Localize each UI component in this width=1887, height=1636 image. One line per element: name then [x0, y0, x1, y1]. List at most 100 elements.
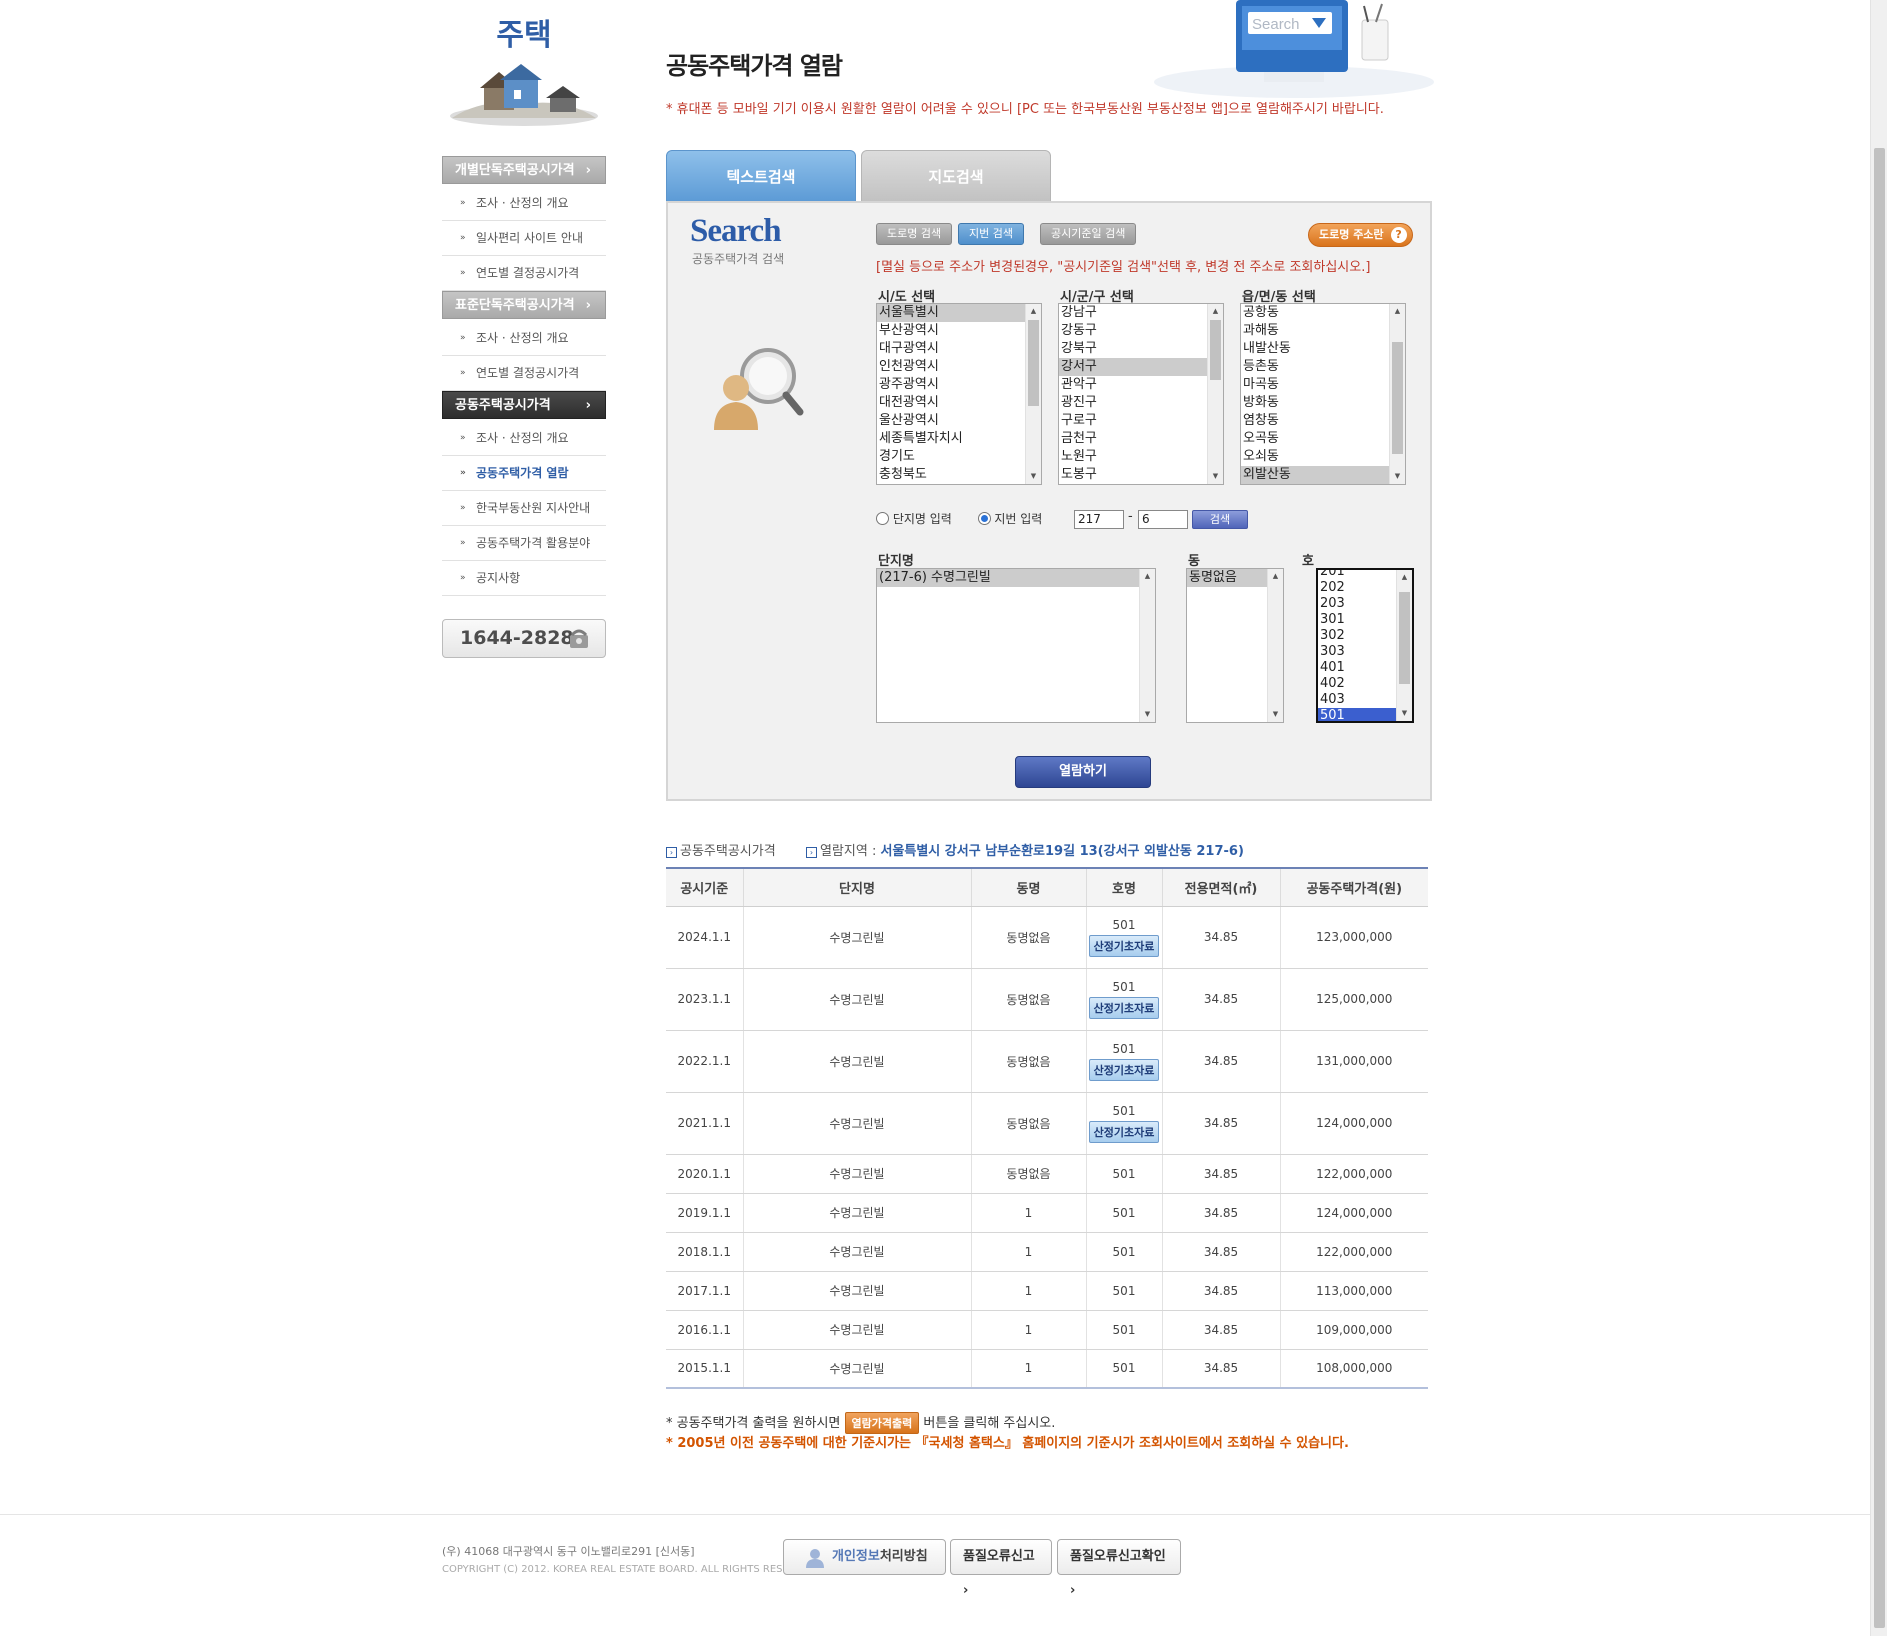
sidebar-item-11[interactable]: » 공동주택가격 활용분야 [442, 526, 606, 561]
page-scrollbar-thumb[interactable] [1874, 148, 1885, 1628]
scroll-down-icon[interactable]: ▼ [1140, 707, 1155, 722]
chevron-right-icon: › [1070, 1583, 1076, 1598]
sidebar-item-5[interactable]: » 조사 · 산정의 개요 [442, 321, 606, 356]
sidebar-section-7[interactable]: 공동주택공시가격 › [442, 391, 606, 419]
list-option[interactable]: 충청북도 [877, 466, 1041, 484]
quality-report-button[interactable]: 품질오류신고 › [950, 1539, 1052, 1598]
sidebar-item-2[interactable]: » 일사편리 사이트 안내 [442, 221, 606, 256]
jibun-radio[interactable] [977, 512, 991, 525]
privacy-policy-button[interactable]: 개인정보처리방침 [783, 1539, 946, 1575]
jibun-main-input[interactable]: 217 [1074, 510, 1124, 529]
road-name-search-button[interactable]: 도로명 검색 [876, 223, 953, 245]
list-option[interactable]: 공항동 [1241, 304, 1405, 322]
print-price-button[interactable]: 열람가격출력 [844, 1412, 920, 1434]
road-name-guide-button[interactable]: 도로명 주소란 ? [1308, 223, 1413, 247]
list-option[interactable]: 세종특별자치시 [877, 430, 1041, 448]
list-option[interactable]: 경기도 [877, 448, 1041, 466]
list-option[interactable]: 강동구 [1059, 322, 1223, 340]
sidebar-item-6[interactable]: » 연도별 결정공시가격 [442, 356, 606, 391]
sidebar-item-12[interactable]: » 공지사항 [442, 561, 606, 596]
scroll-down-icon[interactable]: ▼ [1397, 706, 1412, 721]
list-option[interactable]: 부산광역시 [877, 322, 1041, 340]
list-option[interactable]: 오쇠동 [1241, 448, 1405, 466]
jibun-go-button[interactable]: 검색 [1192, 510, 1248, 529]
sidebar-item-3[interactable]: » 연도별 결정공시가격 [442, 256, 606, 291]
list-option[interactable]: (217-6) 수명그린빌 [877, 569, 1155, 587]
tab-text-search[interactable]: 텍스트검색 [666, 150, 856, 202]
list-option[interactable]: 염창동 [1241, 412, 1405, 430]
sidebar-item-8[interactable]: » 조사 · 산정의 개요 [442, 421, 606, 456]
list-option[interactable]: 오곡동 [1241, 430, 1405, 448]
page-scrollbar[interactable] [1870, 0, 1887, 1636]
scroll-thumb[interactable] [1392, 342, 1403, 454]
list-option[interactable]: 울산광역시 [877, 412, 1041, 430]
jibun-search-button[interactable]: 지번 검색 [958, 223, 1024, 245]
dong-listbox[interactable]: 공항동 과해동 내발산동 등촌동 마곡동 방화동 염창동 오곡동 오쇠동 외발산동 ▲ ▼ [1240, 303, 1406, 485]
sido-scrollbar[interactable]: ▲ ▼ [1025, 304, 1041, 484]
scroll-up-icon[interactable]: ▲ [1390, 304, 1405, 319]
sido-listbox[interactable]: 서울특별시 부산광역시 대구광역시 인천광역시 광주광역시 대전광역시 울산광역시 세종특별자… [876, 303, 1042, 485]
building-scrollbar[interactable]: ▲ ▼ [1267, 569, 1283, 722]
jibun-sub-input[interactable]: 6 [1138, 510, 1188, 529]
cell-building: 1 [970, 1310, 1086, 1350]
list-option[interactable]: 서울특별시 [877, 304, 1041, 322]
basis-data-button[interactable]: 산정기초자료 [1088, 1058, 1160, 1081]
scroll-up-icon[interactable]: ▲ [1268, 569, 1283, 584]
cell-value: 34.85 [1203, 1283, 1239, 1298]
list-option[interactable]: 대전광역시 [877, 394, 1041, 412]
basis-data-button[interactable]: 산정기초자료 [1088, 996, 1160, 1019]
cell-value: 501 [1112, 1244, 1136, 1259]
scroll-up-icon[interactable]: ▲ [1026, 304, 1041, 319]
scroll-down-icon[interactable]: ▼ [1026, 469, 1041, 484]
list-option[interactable]: 구로구 [1059, 412, 1223, 430]
list-option[interactable]: 도봉구 [1059, 466, 1223, 484]
building-listbox[interactable]: 동명없음 ▲ ▼ [1186, 568, 1284, 723]
list-option[interactable]: 인천광역시 [877, 358, 1041, 376]
list-option[interactable]: 광진구 [1059, 394, 1223, 412]
sigungu-scrollbar[interactable]: ▲ ▼ [1207, 304, 1223, 484]
list-option[interactable]: 강북구 [1059, 340, 1223, 358]
complex-scrollbar[interactable]: ▲ ▼ [1139, 569, 1155, 722]
complex-name-radio[interactable] [876, 512, 889, 525]
complex-listbox[interactable]: (217-6) 수명그린빌 ▲ ▼ [876, 568, 1156, 723]
sidebar-item-1[interactable]: » 조사 · 산정의 개요 [442, 186, 606, 221]
scroll-thumb[interactable] [1028, 320, 1039, 406]
scroll-thumb[interactable] [1399, 592, 1410, 684]
scroll-up-icon[interactable]: ▲ [1397, 570, 1412, 585]
sidebar-section-4[interactable]: 표준단독주택공시가격 › [442, 291, 606, 319]
scroll-thumb[interactable] [1210, 320, 1221, 380]
dong-scrollbar[interactable]: ▲ ▼ [1389, 304, 1405, 484]
scroll-down-icon[interactable]: ▼ [1268, 707, 1283, 722]
list-option[interactable]: 대구광역시 [877, 340, 1041, 358]
cell-value: 34.85 [1203, 1244, 1239, 1259]
unit-scrollbar[interactable]: ▲ ▼ [1396, 570, 1412, 721]
sidebar-item-label: 연도별 결정공시가격 [476, 266, 580, 280]
scroll-down-icon[interactable]: ▼ [1390, 469, 1405, 484]
list-option[interactable]: 마곡동 [1241, 376, 1405, 394]
unit-listbox[interactable]: 201 202 203 301 302 303 401 402 403 501 ▲ ▼ [1316, 568, 1414, 723]
quality-report-check-button[interactable]: 품질오류신고확인 › [1057, 1539, 1181, 1598]
list-option[interactable]: 방화동 [1241, 394, 1405, 412]
sigungu-listbox[interactable]: 강남구 강동구 강북구 강서구 관악구 광진구 구로구 금천구 노원구 도봉구 ▲ ▼ [1058, 303, 1224, 485]
base-date-search-button[interactable]: 공시기준일 검색 [1040, 223, 1137, 245]
sidebar-item-9[interactable]: » 공동주택가격 열람 [442, 456, 606, 491]
list-option[interactable]: 강남구 [1059, 304, 1223, 322]
list-option[interactable]: 광주광역시 [877, 376, 1041, 394]
scroll-down-icon[interactable]: ▼ [1208, 469, 1223, 484]
scroll-up-icon[interactable]: ▲ [1208, 304, 1223, 319]
sidebar-item-10[interactable]: » 한국부동산원 지사안내 [442, 491, 606, 526]
list-option[interactable]: 관악구 [1059, 376, 1223, 394]
basis-data-button[interactable]: 산정기초자료 [1088, 1120, 1160, 1143]
scroll-up-icon[interactable]: ▲ [1140, 569, 1155, 584]
tab-map-search[interactable]: 지도검색 [861, 150, 1051, 202]
basis-data-button[interactable]: 산정기초자료 [1088, 934, 1160, 957]
list-option[interactable]: 내발산동 [1241, 340, 1405, 358]
sidebar-section-0[interactable]: 개별단독주택공시가격 › [442, 156, 606, 184]
list-option[interactable]: 금천구 [1059, 430, 1223, 448]
list-option[interactable]: 등촌동 [1241, 358, 1405, 376]
list-option[interactable]: 노원구 [1059, 448, 1223, 466]
list-option[interactable]: 강서구 [1059, 358, 1223, 376]
list-option[interactable]: 과해동 [1241, 322, 1405, 340]
list-option[interactable]: 외발산동 [1241, 466, 1405, 484]
view-button[interactable]: 열람하기 [1015, 756, 1151, 788]
